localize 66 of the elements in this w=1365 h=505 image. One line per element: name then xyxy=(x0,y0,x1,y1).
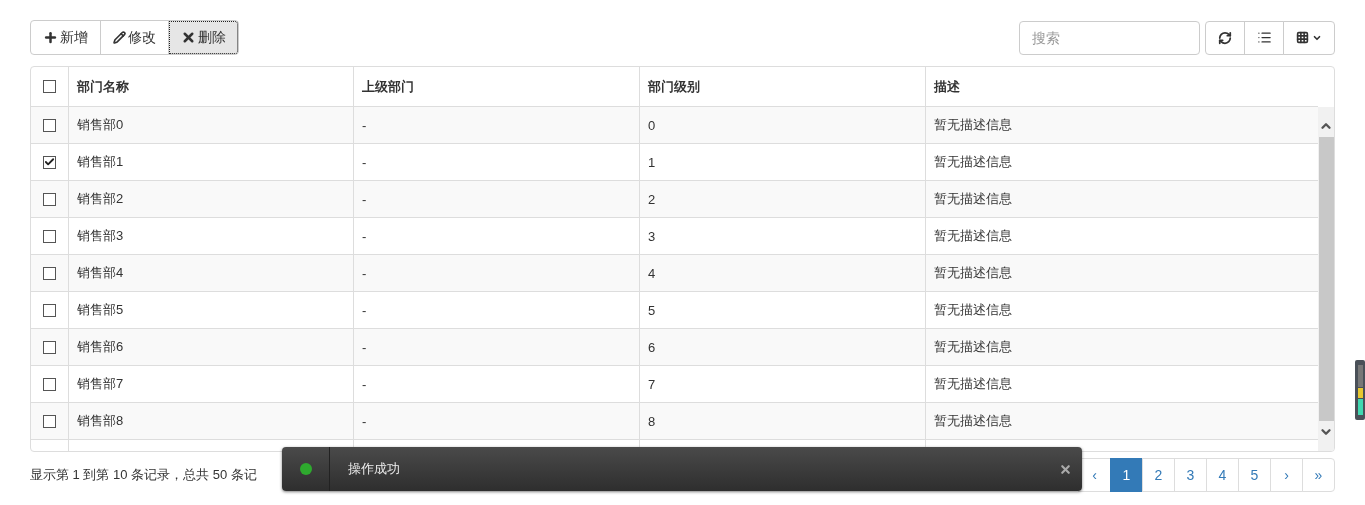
checkbox[interactable] xyxy=(43,414,56,428)
page-link[interactable]: 4 xyxy=(1206,458,1239,492)
table-cell: 6 xyxy=(639,329,925,365)
page-link[interactable]: › xyxy=(1270,458,1303,492)
edit-button[interactable]: 修改 xyxy=(100,20,169,55)
column-header[interactable]: 部门级别 xyxy=(639,67,925,106)
table-cell: 销售部2 xyxy=(68,181,353,217)
plus-icon xyxy=(43,30,58,45)
table-cell: 2 xyxy=(639,181,925,217)
checkbox[interactable] xyxy=(43,377,56,391)
columns-button[interactable] xyxy=(1283,20,1335,55)
record-summary: 显示第 1 到第 10 条记录，总共 50 条记 xyxy=(30,466,257,484)
table-cell: 5 xyxy=(639,292,925,328)
table-cell: - xyxy=(353,218,639,254)
page-link[interactable]: 1 xyxy=(1110,458,1143,492)
pencil-icon xyxy=(113,31,126,44)
table-cell: - xyxy=(353,292,639,328)
table-cell: - xyxy=(353,329,639,365)
checkbox[interactable] xyxy=(43,155,56,169)
table-cell: 销售部4 xyxy=(68,255,353,291)
checkbox[interactable] xyxy=(43,340,56,354)
delete-button[interactable]: 删除 xyxy=(168,20,239,55)
refresh-button[interactable] xyxy=(1205,20,1245,55)
column-header[interactable]: 部门名称 xyxy=(68,67,353,106)
scrollbar[interactable] xyxy=(1318,107,1334,451)
table-cell: 0 xyxy=(639,107,925,143)
table-cell: - xyxy=(353,144,639,180)
table-cell: 8 xyxy=(639,403,925,439)
table-cell: 销售部1 xyxy=(68,144,353,180)
toast-message: 操作成功 xyxy=(347,460,401,478)
close-icon xyxy=(1059,462,1072,476)
search-field[interactable]: 搜索 xyxy=(1019,20,1200,55)
table-cell: 销售部6 xyxy=(68,329,353,365)
checkbox[interactable] xyxy=(43,266,56,280)
checkbox[interactable] xyxy=(43,303,56,317)
table-cell: 销售部8 xyxy=(68,403,353,439)
table-cell: 销售部7 xyxy=(68,366,353,402)
checkbox[interactable] xyxy=(43,229,56,243)
refresh-icon xyxy=(1218,30,1232,45)
table-cell: 7 xyxy=(639,366,925,402)
page-link[interactable]: 5 xyxy=(1238,458,1271,492)
column-header[interactable]: 上级部门 xyxy=(353,67,639,106)
table-cell: - xyxy=(353,107,639,143)
list-icon xyxy=(1256,30,1272,45)
checkbox[interactable] xyxy=(43,80,56,93)
table-cell: - xyxy=(353,403,639,439)
column-header[interactable]: 描述 xyxy=(925,67,1318,106)
table-cell: 销售部5 xyxy=(68,292,353,328)
table-cell: 销售部0 xyxy=(68,107,353,143)
table-cell: - xyxy=(353,181,639,217)
level-meter-icon xyxy=(1355,360,1365,420)
page-link[interactable]: » xyxy=(1302,458,1335,492)
checkbox[interactable] xyxy=(43,118,56,132)
toggle-button[interactable] xyxy=(1244,20,1284,55)
table-cell: 3 xyxy=(639,218,925,254)
table-cell: - xyxy=(353,255,639,291)
page-link[interactable]: 3 xyxy=(1174,458,1207,492)
page-link[interactable]: 2 xyxy=(1142,458,1175,492)
table-cell: 4 xyxy=(639,255,925,291)
table-cell: 1 xyxy=(639,144,925,180)
add-button[interactable]: 新增 xyxy=(30,20,101,55)
close-icon xyxy=(181,30,196,45)
grid-icon xyxy=(1296,31,1309,44)
table-cell: 销售部3 xyxy=(68,218,353,254)
checkbox[interactable] xyxy=(43,192,56,206)
table-cell: - xyxy=(353,366,639,402)
